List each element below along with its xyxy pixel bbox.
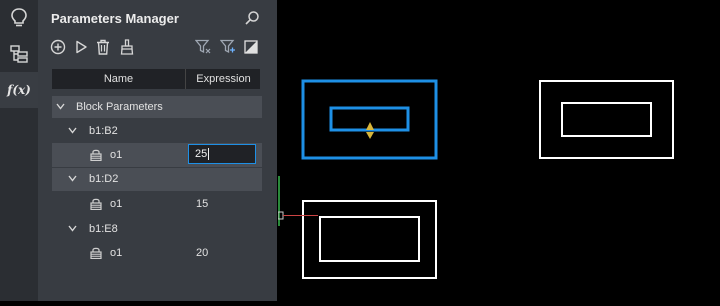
block-outer-rect[interactable] bbox=[301, 79, 438, 160]
crosshair-cursor bbox=[277, 211, 318, 220]
block-b1-e8[interactable] bbox=[302, 200, 437, 279]
block-row-b1-e8[interactable]: b1:E8 bbox=[52, 218, 262, 240]
sidebar: f(x) bbox=[0, 0, 38, 301]
param-label: o1 bbox=[110, 149, 123, 161]
param-row[interactable]: o1 15 bbox=[52, 193, 262, 215]
parameters-manager-panel: Parameters Manager Name Expression Block… bbox=[38, 0, 277, 301]
sidebar-item-parameters[interactable]: f(x) bbox=[0, 72, 38, 108]
function-icon: f(x) bbox=[7, 83, 31, 97]
block-row-b1-b2[interactable]: b1:B2 bbox=[52, 120, 262, 142]
sidebar-item-tree[interactable] bbox=[0, 36, 38, 72]
block-inner-rect[interactable] bbox=[561, 102, 652, 137]
grip-up-icon[interactable] bbox=[366, 122, 374, 130]
param-value[interactable]: 15 bbox=[196, 193, 208, 215]
param-row[interactable]: o1 25 bbox=[52, 143, 262, 167]
sidebar-item-ideas[interactable] bbox=[0, 0, 38, 36]
lock-icon bbox=[90, 149, 102, 161]
chevron-down-icon bbox=[68, 225, 77, 232]
delete-button[interactable] bbox=[94, 38, 112, 56]
param-label: o1 bbox=[110, 198, 123, 210]
param-value[interactable]: 20 bbox=[196, 242, 208, 264]
param-row[interactable]: o1 20 bbox=[52, 242, 262, 264]
search-icon[interactable] bbox=[244, 10, 260, 26]
filter-icon bbox=[195, 39, 211, 54]
contrast-button[interactable] bbox=[242, 38, 260, 56]
add-icon bbox=[50, 39, 66, 55]
play-icon bbox=[76, 40, 87, 54]
block-outer-rect[interactable] bbox=[302, 200, 437, 279]
brush-icon bbox=[120, 39, 134, 55]
filter-clear-button[interactable] bbox=[219, 38, 237, 56]
contrast-icon bbox=[244, 40, 258, 54]
lock-icon bbox=[90, 247, 102, 259]
tree-icon bbox=[10, 45, 28, 63]
drawing-canvas[interactable] bbox=[277, 0, 720, 301]
block-row-b1-d2[interactable]: b1:D2 bbox=[52, 168, 262, 191]
clean-button[interactable] bbox=[118, 38, 136, 56]
block-b1-b2[interactable] bbox=[301, 79, 438, 160]
block-label: b1:E8 bbox=[89, 223, 118, 235]
block-outer-rect[interactable] bbox=[539, 80, 674, 159]
chevron-down-icon bbox=[68, 127, 77, 134]
panel-title: Parameters Manager bbox=[51, 11, 179, 26]
expression-input[interactable]: 25 bbox=[188, 144, 256, 164]
trash-icon bbox=[97, 39, 109, 55]
param-label: o1 bbox=[110, 247, 123, 259]
chevron-down-icon bbox=[56, 103, 65, 110]
chevron-down-icon bbox=[68, 175, 77, 182]
filter-clear-icon bbox=[220, 39, 235, 54]
grip-down-icon[interactable] bbox=[366, 132, 374, 139]
add-button[interactable] bbox=[49, 38, 67, 56]
run-button[interactable] bbox=[72, 38, 90, 56]
group-label: Block Parameters bbox=[76, 101, 163, 113]
column-name[interactable]: Name bbox=[52, 69, 186, 89]
expression-input-value: 25 bbox=[195, 148, 208, 160]
column-expression[interactable]: Expression bbox=[187, 69, 260, 89]
lock-icon bbox=[90, 198, 102, 210]
block-inner-rect[interactable] bbox=[319, 216, 420, 262]
group-row-block-parameters[interactable]: Block Parameters bbox=[52, 96, 262, 118]
filter-button[interactable] bbox=[194, 38, 212, 56]
canvas-drawing bbox=[277, 79, 674, 279]
block-label: b1:D2 bbox=[89, 173, 119, 185]
block-b1-d2[interactable] bbox=[539, 80, 674, 159]
column-header: Name Expression bbox=[52, 69, 260, 89]
block-label: b1:B2 bbox=[89, 125, 118, 137]
lightbulb-icon bbox=[11, 8, 27, 27]
text-caret bbox=[208, 148, 209, 160]
